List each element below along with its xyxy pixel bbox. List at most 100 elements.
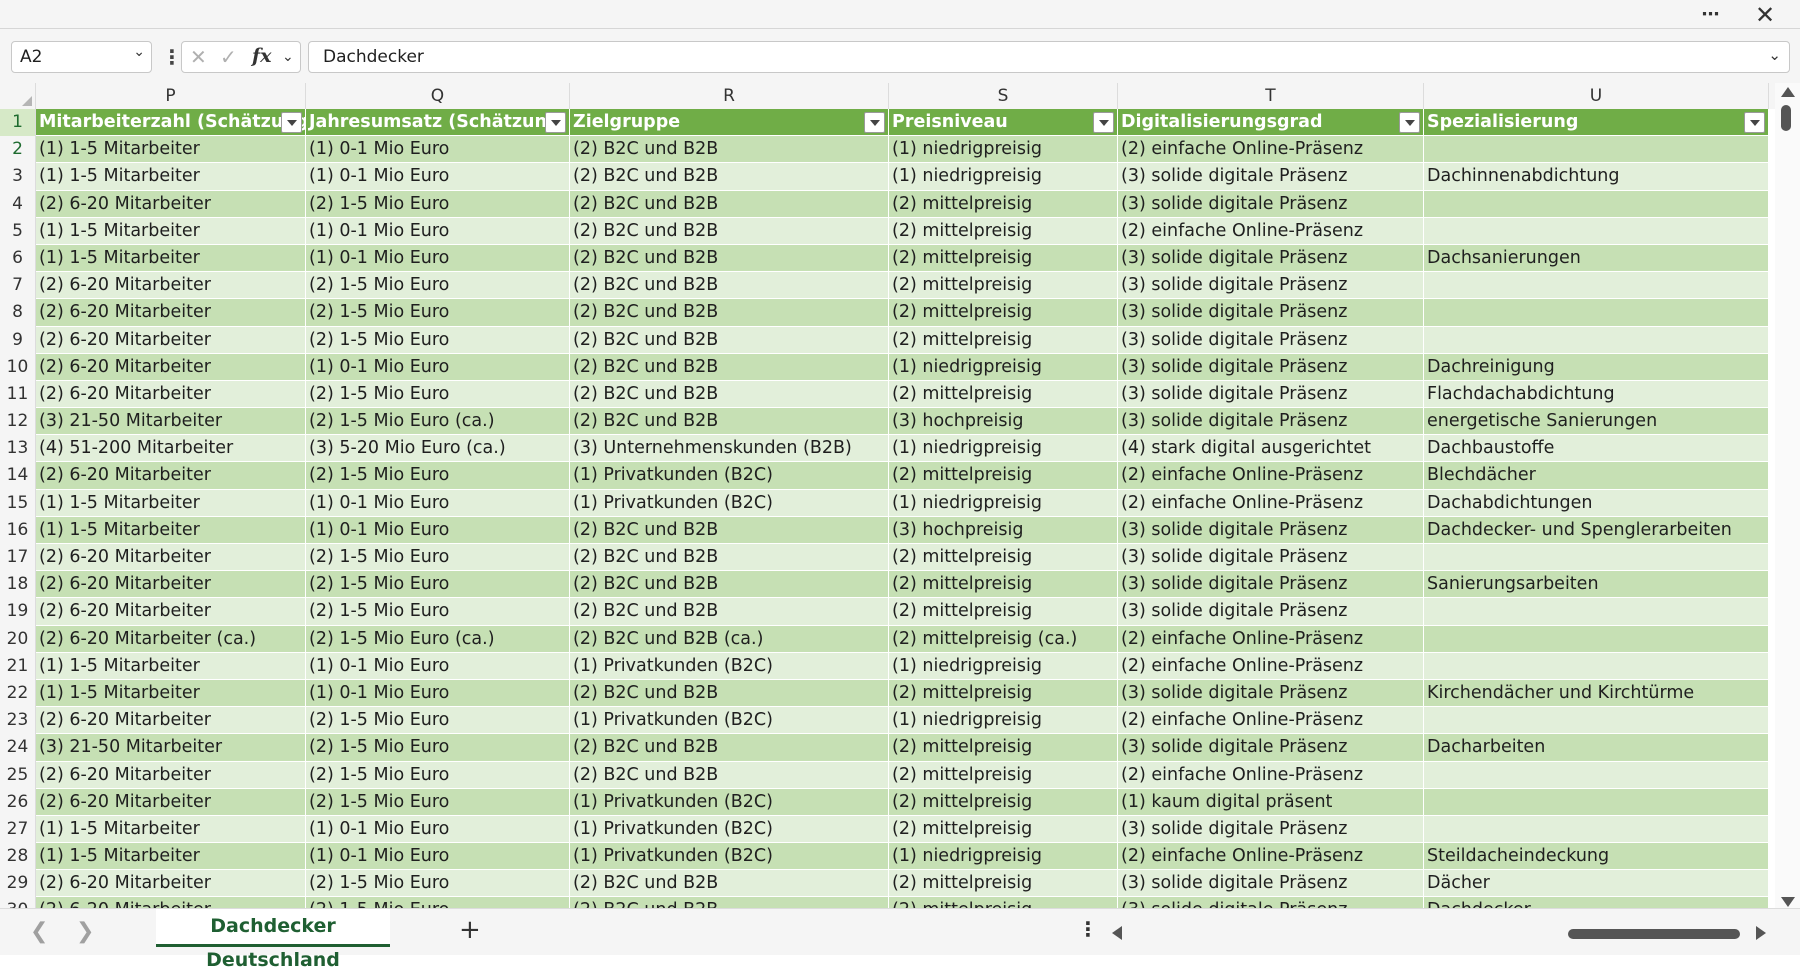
table-cell[interactable]: (2) mittelpreisig (889, 761, 1118, 789)
column-header-u[interactable]: U (1424, 83, 1769, 109)
table-cell[interactable]: (1) Privatkunden (B2C) (570, 843, 889, 871)
table-cell[interactable]: (1) 1-5 Mitarbeiter (36, 163, 306, 191)
table-cell[interactable]: (3) solide digitale Präsenz (1118, 299, 1424, 327)
table-cell[interactable]: (1) 0-1 Mio Euro (306, 679, 570, 708)
filter-dropdown-icon[interactable] (1744, 112, 1765, 133)
table-cell[interactable]: (2) B2C und B2B (570, 299, 889, 327)
table-cell[interactable]: Dächer (1424, 870, 1769, 898)
table-cell[interactable]: (3) solide digitale Präsenz (1118, 244, 1424, 273)
table-cell[interactable]: (2) B2C und B2B (570, 761, 889, 789)
table-cell[interactable]: (2) 6-20 Mitarbeiter (36, 571, 306, 599)
table-cell[interactable]: (3) solide digitale Präsenz (1118, 163, 1424, 191)
row-number[interactable]: 25 (0, 761, 36, 789)
table-cell[interactable]: (1) 0-1 Mio Euro (306, 489, 570, 517)
table-cell[interactable]: (2) 6-20 Mitarbeiter (36, 380, 306, 409)
table-cell[interactable] (1424, 761, 1769, 789)
scroll-up-icon[interactable] (1781, 87, 1795, 97)
select-all-corner[interactable] (0, 83, 36, 109)
row-number[interactable]: 18 (0, 571, 36, 599)
table-cell[interactable]: Flachdachabdichtung (1424, 380, 1769, 409)
table-cell[interactable]: (3) solide digitale Präsenz (1118, 598, 1424, 626)
table-cell[interactable]: (2) einfache Online-Präsenz (1118, 625, 1424, 653)
table-cell[interactable]: (2) 6-20 Mitarbeiter (36, 544, 306, 572)
horizontal-scroll-thumb[interactable] (1568, 929, 1740, 939)
insert-function-icon[interactable]: fx (252, 45, 272, 67)
chevron-down-icon[interactable]: ⌄ (133, 44, 145, 60)
table-cell[interactable]: (1) 0-1 Mio Euro (306, 353, 570, 381)
table-cell[interactable]: (1) 1-5 Mitarbeiter (36, 652, 306, 680)
table-cell[interactable]: (1) Privatkunden (B2C) (570, 462, 889, 490)
filter-dropdown-icon[interactable] (545, 112, 566, 133)
row-number[interactable]: 6 (0, 244, 36, 273)
table-cell[interactable]: (1) Privatkunden (B2C) (570, 788, 889, 816)
table-cell[interactable]: (1) 1-5 Mitarbeiter (36, 489, 306, 517)
scroll-right-icon[interactable] (1756, 926, 1766, 940)
table-cell[interactable] (1424, 625, 1769, 653)
table-cell[interactable]: (2) B2C und B2B (570, 598, 889, 626)
table-cell[interactable]: (2) mittelpreisig (889, 380, 1118, 409)
table-cell[interactable]: (1) 0-1 Mio Euro (306, 652, 570, 680)
row-number[interactable]: 4 (0, 190, 36, 218)
table-cell[interactable]: (4) stark digital ausgerichtet (1118, 435, 1424, 463)
table-cell[interactable]: (2) mittelpreisig (889, 870, 1118, 898)
table-cell[interactable]: (1) 1-5 Mitarbeiter (36, 217, 306, 245)
table-cell[interactable]: (1) 0-1 Mio Euro (306, 815, 570, 844)
table-cell[interactable]: (2) mittelpreisig (889, 679, 1118, 708)
table-cell[interactable]: (2) einfache Online-Präsenz (1118, 489, 1424, 517)
table-cell[interactable]: (3) solide digitale Präsenz (1118, 544, 1424, 572)
table-cell[interactable]: (2) 6-20 Mitarbeiter (36, 897, 306, 908)
table-cell[interactable] (1424, 136, 1769, 164)
table-cell[interactable]: (2) 1-5 Mio Euro (306, 734, 570, 762)
table-cell[interactable]: (3) solide digitale Präsenz (1118, 897, 1424, 908)
table-cell[interactable]: energetische Sanierungen (1424, 408, 1769, 436)
filter-dropdown-icon[interactable] (281, 112, 302, 133)
table-cell[interactable]: (2) B2C und B2B (570, 163, 889, 191)
table-cell[interactable]: (1) niedrigpreisig (889, 435, 1118, 463)
table-cell[interactable]: (2) B2C und B2B (570, 544, 889, 572)
row-number[interactable]: 23 (0, 707, 36, 735)
table-cell[interactable]: (2) mittelpreisig (889, 299, 1118, 327)
table-cell[interactable]: (2) 6-20 Mitarbeiter (36, 761, 306, 789)
table-cell[interactable]: (2) 1-5 Mio Euro (306, 571, 570, 599)
table-cell[interactable]: (2) 6-20 Mitarbeiter (36, 788, 306, 816)
table-cell[interactable]: (1) niedrigpreisig (889, 489, 1118, 517)
table-cell[interactable]: (1) 1-5 Mitarbeiter (36, 516, 306, 544)
table-cell[interactable]: Dachdecker- und Spenglerarbeiten (1424, 516, 1769, 544)
table-cell[interactable]: (2) B2C und B2B (570, 870, 889, 898)
table-cell[interactable]: (3) solide digitale Präsenz (1118, 326, 1424, 354)
table-cell[interactable]: Dacharbeiten (1424, 734, 1769, 762)
table-cell[interactable]: (2) 1-5 Mio Euro (ca.) (306, 408, 570, 436)
table-cell[interactable]: (1) 0-1 Mio Euro (306, 136, 570, 164)
row-number[interactable]: 3 (0, 163, 36, 191)
table-cell[interactable]: (3) 5-20 Mio Euro (ca.) (306, 435, 570, 463)
table-cell[interactable]: (2) 1-5 Mio Euro (ca.) (306, 625, 570, 653)
table-cell[interactable]: (2) B2C und B2B (570, 326, 889, 354)
header-cell[interactable]: Mitarbeiterzahl (Schätzung) (36, 109, 306, 137)
table-cell[interactable]: (2) mittelpreisig (889, 326, 1118, 354)
filter-dropdown-icon[interactable] (1399, 112, 1420, 133)
header-cell[interactable]: Spezialisierung (1424, 109, 1769, 137)
table-cell[interactable]: (1) 1-5 Mitarbeiter (36, 843, 306, 871)
close-icon[interactable]: ✕ (1742, 0, 1788, 29)
row-number[interactable]: 13 (0, 435, 36, 463)
column-header-t[interactable]: T (1118, 83, 1424, 109)
row-number[interactable]: 19 (0, 598, 36, 626)
row-number[interactable]: 27 (0, 815, 36, 844)
table-cell[interactable]: (2) B2C und B2B (570, 679, 889, 708)
table-cell[interactable]: (2) B2C und B2B (570, 217, 889, 245)
table-cell[interactable]: Sanierungsarbeiten (1424, 571, 1769, 599)
table-cell[interactable]: (2) einfache Online-Präsenz (1118, 652, 1424, 680)
table-cell[interactable]: (3) solide digitale Präsenz (1118, 353, 1424, 381)
table-cell[interactable]: (2) B2C und B2B (570, 136, 889, 164)
table-cell[interactable]: (1) 1-5 Mitarbeiter (36, 244, 306, 273)
table-cell[interactable]: (2) 1-5 Mio Euro (306, 544, 570, 572)
table-cell[interactable]: (1) Privatkunden (B2C) (570, 815, 889, 844)
table-cell[interactable]: (2) 6-20 Mitarbeiter (36, 598, 306, 626)
table-cell[interactable]: (2) 1-5 Mio Euro (306, 870, 570, 898)
table-cell[interactable]: (2) 1-5 Mio Euro (306, 897, 570, 908)
row-number[interactable]: 10 (0, 353, 36, 381)
more-options-icon[interactable]: ⋯ (1688, 0, 1734, 29)
table-cell[interactable]: Dachabdichtungen (1424, 489, 1769, 517)
formula-input[interactable]: Dachdecker ⌄ (308, 41, 1790, 73)
table-cell[interactable]: (2) B2C und B2B (570, 353, 889, 381)
